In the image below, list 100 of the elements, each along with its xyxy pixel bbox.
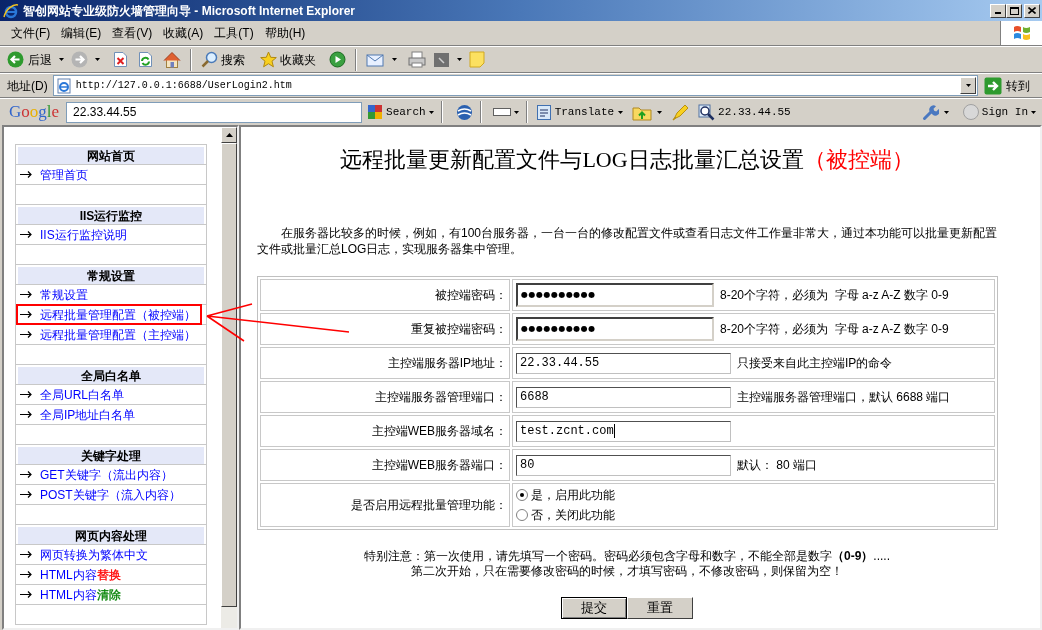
address-label: 地址(D) <box>7 77 48 95</box>
caret-icon[interactable] <box>95 58 100 61</box>
field-hint: 默认： 80 端口 <box>737 457 817 474</box>
menu-item[interactable]: 编辑(E) <box>56 24 107 42</box>
address-field[interactable]: http://127.0.0.1:6688/UserLogin2.htm <box>52 75 978 96</box>
field-label: 是否启用远程批量管理功能： <box>260 483 510 527</box>
nav-link[interactable]: HTML内容清除 <box>40 585 121 604</box>
avatar-circle-icon <box>962 104 979 120</box>
arrow-right-icon <box>20 411 32 418</box>
intro-text: 在服务器比较多的时候，例如，有100台服务器，一台一台的修改配置文件或查看日志文件工作量非常大，通过本功能可以批量更新配置文件或批量汇总LOG日志，实现服务器集中管理。 <box>256 225 999 257</box>
nav-link[interactable]: 网页转换为繁体中文 <box>40 545 148 564</box>
back-arrow-icon <box>7 51 24 68</box>
scroll-up-button[interactable] <box>221 127 237 143</box>
close-button[interactable] <box>1024 3 1040 18</box>
nav-link[interactable]: 远程批量管理配置（主控端） <box>40 325 196 344</box>
sign-in-button[interactable]: Sign In <box>962 101 1036 123</box>
arrow-right-icon <box>20 551 32 558</box>
dropdown-button[interactable] <box>960 77 976 94</box>
arrow-right-icon <box>20 311 32 318</box>
translate-button[interactable]: Translate <box>536 101 624 123</box>
nav-link[interactable]: 远程批量管理配置（被控端） <box>40 305 196 324</box>
menu-item[interactable]: 查看(V) <box>107 24 158 42</box>
caret-icon <box>1031 110 1036 114</box>
nav-link[interactable]: 全局IP地址白名单 <box>40 405 136 424</box>
triangle-up-icon <box>225 133 233 137</box>
field-hint: 8-20个字符，必须为 字母 a-z A-Z 数字 0-9 <box>720 287 949 304</box>
refresh-icon[interactable] <box>138 51 153 68</box>
star-icon <box>260 51 277 68</box>
radio-option[interactable]: 是，启用此功能 <box>516 485 994 505</box>
section-header: IIS运行监控 <box>18 207 204 224</box>
back-button[interactable]: 后退 <box>7 48 52 71</box>
menu-item[interactable]: 文件(F) <box>6 24 56 42</box>
field-label: 重复被控端密码： <box>260 313 510 345</box>
arrow-right-icon <box>20 231 32 238</box>
favorites-button[interactable]: 收藏夹 <box>260 48 316 71</box>
caret-icon <box>428 110 434 114</box>
text-box-icon <box>536 104 551 120</box>
lookup-button[interactable]: 22.33.44.55 <box>698 101 791 123</box>
caret-icon[interactable] <box>657 110 663 114</box>
form-button[interactable]: 重置 <box>627 597 693 619</box>
magnifier-icon <box>698 103 716 121</box>
caret-icon[interactable] <box>59 58 64 61</box>
close-icon <box>1028 7 1036 14</box>
field-label: 主控端服务器管理端口： <box>260 381 510 413</box>
nav-link[interactable]: GET关键字（流出内容） <box>40 465 173 484</box>
arrow-right-icon <box>20 491 32 498</box>
text-field[interactable]: 6688 <box>516 386 731 408</box>
stop-icon[interactable] <box>113 51 128 68</box>
caret-icon[interactable] <box>943 110 949 114</box>
field-label: 主控端WEB服务器端口： <box>260 449 510 481</box>
field-hint: 主控端服务器管理端口，默认 6688 端口 <box>737 389 951 406</box>
minimize-icon <box>995 11 1001 14</box>
minimize-button[interactable] <box>990 3 1006 18</box>
home-icon[interactable] <box>163 51 181 68</box>
nav-link[interactable]: 常规设置 <box>40 285 88 304</box>
nav-link[interactable]: IIS运行监控说明 <box>40 225 127 244</box>
notice-text: 特别注意：第一次使用，请先填写一个密码。密码必须包含字母和数字，不能全部是数字（0-9）..... <box>364 549 890 564</box>
arrow-right-icon <box>20 171 32 178</box>
password-field[interactable]: ●●●●●●●●●● <box>516 317 714 341</box>
menu-item[interactable]: 工具(T) <box>209 24 259 42</box>
caret-icon <box>513 110 519 114</box>
text-field[interactable]: 22.33.44.55 <box>516 352 731 374</box>
section-header: 全局白名单 <box>18 367 204 384</box>
radio-option[interactable]: 否，关闭此功能 <box>516 505 994 525</box>
mail-icon[interactable] <box>366 51 385 68</box>
form-button[interactable]: 提交 <box>561 597 627 619</box>
caret-icon[interactable] <box>457 58 462 61</box>
search-field[interactable]: 22.33.44.55 <box>66 101 363 123</box>
edit-icon[interactable] <box>433 51 450 68</box>
nav-link[interactable]: 全局URL白名单 <box>40 385 124 404</box>
search-button[interactable]: 搜索 <box>201 48 245 71</box>
windows-flag-icon <box>1011 24 1032 42</box>
arrow-right-icon <box>20 591 32 598</box>
browser-logo-icon <box>3 2 19 19</box>
search-icon <box>201 51 218 68</box>
nav-link[interactable]: HTML内容替换 <box>40 565 121 584</box>
text-field[interactable]: test.zcnt.com <box>516 420 731 442</box>
arrow-right-icon <box>20 331 32 338</box>
caret-icon <box>618 110 624 114</box>
nav-link[interactable]: POST关键字（流入内容） <box>40 485 181 504</box>
menu-item[interactable]: 帮助(H) <box>259 24 311 42</box>
password-field[interactable]: ●●●●●●●●●● <box>516 283 714 307</box>
caret-icon[interactable] <box>392 58 397 61</box>
google-logo: Google <box>9 102 60 122</box>
search-button[interactable]: Search <box>367 101 434 123</box>
field-label: 主控端WEB服务器域名： <box>260 415 510 447</box>
section-header: 网站首页 <box>18 147 204 164</box>
caret-icon <box>965 84 971 87</box>
arrow-right-icon <box>20 391 32 398</box>
go-button[interactable]: 转到 <box>983 74 1038 97</box>
text-field[interactable]: 80 <box>516 454 731 476</box>
nav-link[interactable]: 管理首页 <box>40 165 88 184</box>
play-icon[interactable] <box>329 51 346 68</box>
section-header: 常规设置 <box>18 267 204 284</box>
arrow-right-icon <box>20 571 32 578</box>
maximize-button[interactable] <box>1006 3 1022 18</box>
arrow-right-icon <box>20 291 32 298</box>
globe-icon[interactable] <box>455 103 473 121</box>
menu-item[interactable]: 收藏(A) <box>158 24 209 42</box>
printer-icon[interactable] <box>408 51 426 68</box>
